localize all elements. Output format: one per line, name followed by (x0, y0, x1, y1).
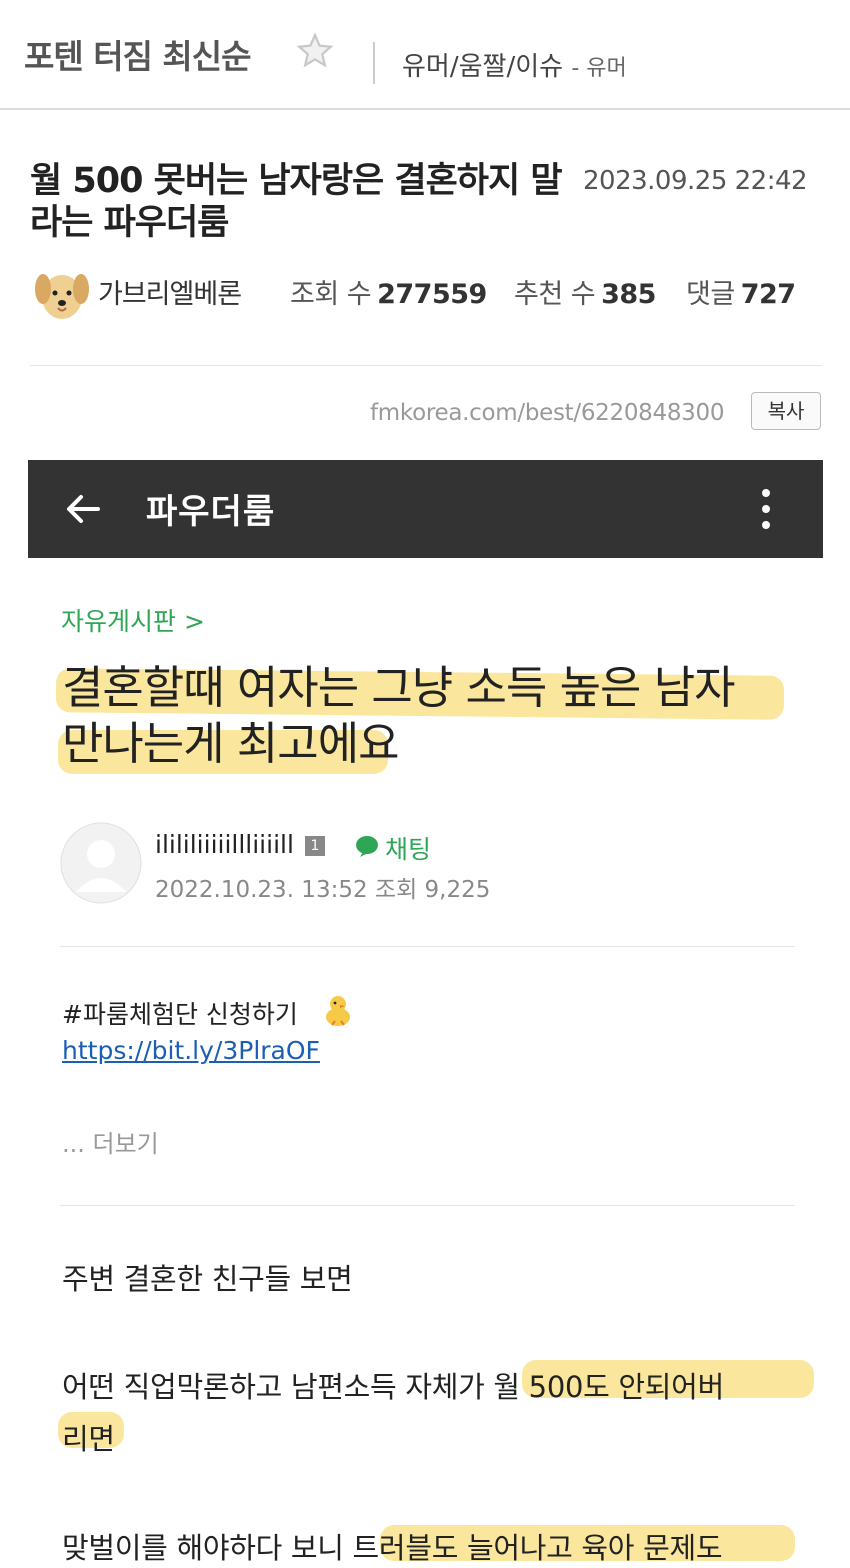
divider (373, 42, 375, 84)
copy-button[interactable]: 복사 (751, 392, 821, 430)
hashtag-text: #파룸체험단 신청하기 (62, 1000, 298, 1029)
comments-label: 댓글 (686, 279, 735, 310)
post-url[interactable]: fmkorea.com/best/6220848300 (370, 400, 724, 426)
author-name[interactable]: 가브리엘베론 (98, 272, 242, 311)
screenshot-meta: 2022.10.23. 13:52 조회 9,225 (155, 877, 491, 903)
post-title: 월 500 못버는 남자랑은 결혼하지 말라는 파우더룸 (30, 161, 563, 243)
screenshot-post-title: 결혼할때 여자는 그냥 소득 높은 남자 만나는게 최고에요 (62, 660, 802, 772)
subcategory: - 유머 (571, 56, 627, 81)
shared-link: https://bit.ly/3PlraOF (62, 1036, 320, 1065)
body-line: 리면 (62, 1422, 115, 1456)
see-more-text: ... 더보기 (62, 1130, 159, 1158)
views-value: 277559 (377, 279, 487, 310)
divider (60, 946, 795, 947)
profile-placeholder-icon (60, 822, 142, 904)
chick-emoji-icon (326, 996, 350, 1026)
author-avatar (35, 274, 89, 319)
chat-bubble-icon (356, 836, 378, 857)
comments-value: 727 (740, 279, 796, 310)
chat-label: 채팅 (385, 835, 432, 864)
views-count: 조회 수 277559 (290, 272, 487, 311)
body-line: 주변 결혼한 친구들 보면 (62, 1262, 353, 1296)
screenshot-title-line: 결혼할때 여자는 그냥 소득 높은 남자 (62, 661, 736, 714)
category: 유머/움짤/이슈 (402, 52, 564, 82)
screenshot-app-bar: 파우더룸 (28, 460, 823, 558)
board-title[interactable]: 포텐 터짐 최신순 (24, 30, 251, 78)
category-breadcrumb[interactable]: 유머/움짤/이슈 - 유머 (402, 46, 627, 83)
post-date: 2023.09.25 22:42 (583, 166, 808, 196)
likes-count: 추천 수 385 (514, 272, 656, 311)
body-line: 맞벌이를 해야하다 보니 트러블도 늘어나고 육아 문제도 (62, 1531, 723, 1565)
views-label: 조회 수 (290, 279, 372, 310)
board-link: 자유게시판 > (61, 607, 205, 636)
likes-label: 추천 수 (514, 279, 596, 310)
divider (30, 365, 822, 366)
more-vertical-icon (762, 489, 770, 529)
back-arrow-icon (67, 495, 100, 523)
top-bar: 포텐 터짐 최신순 유머/움짤/이슈 - 유머 (0, 0, 850, 110)
screenshot-app-title: 파우더룸 (146, 492, 276, 532)
body-line: 어떤 직업막론하고 남편소득 자체가 월 500도 안되어버 (62, 1370, 724, 1404)
divider (60, 1205, 795, 1206)
screenshot-nickname: ilililiiiiillliiiill (155, 830, 294, 859)
likes-value: 385 (601, 279, 656, 310)
level-badge: 1 (305, 836, 325, 856)
comments-count[interactable]: 댓글 727 (686, 272, 796, 311)
star-icon[interactable] (296, 32, 334, 70)
screenshot-title-line: 만나는게 최고에요 (62, 717, 400, 770)
